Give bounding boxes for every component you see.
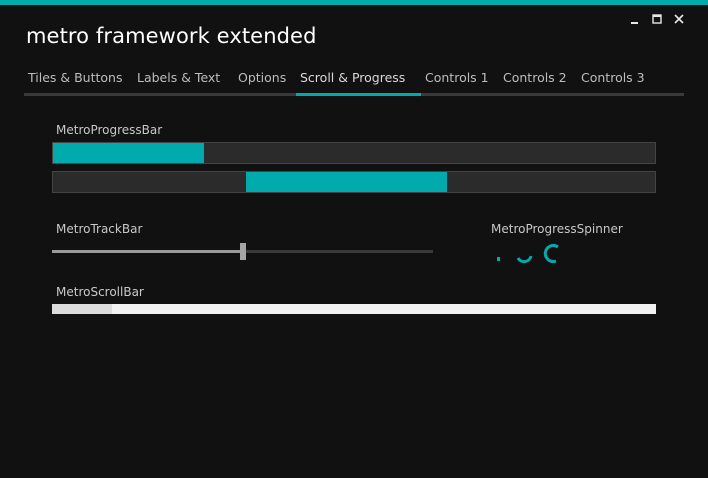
window-controls	[624, 11, 690, 27]
close-icon	[674, 14, 684, 24]
tab-label: Options	[238, 70, 287, 85]
scrollbar-thumb[interactable]	[52, 304, 112, 314]
tab-controls-3[interactable]: Controls 3	[577, 68, 645, 93]
tab-options[interactable]: Options	[234, 68, 286, 93]
tab-tiles-buttons[interactable]: Tiles & Buttons	[24, 68, 122, 93]
window-title: metro framework extended	[26, 24, 317, 48]
accent-top-bar	[0, 0, 708, 5]
progress-spinner	[494, 242, 566, 268]
tab-controls-2[interactable]: Controls 2	[499, 68, 567, 93]
tab-label: Controls 2	[503, 70, 567, 85]
tab-label: Controls 3	[581, 70, 645, 85]
minimize-icon	[631, 22, 638, 24]
trackbar-label: MetroTrackBar	[56, 222, 143, 236]
minimize-button[interactable]	[624, 11, 646, 27]
spinner-dot	[497, 257, 500, 261]
maximize-button[interactable]	[646, 11, 668, 27]
tab-strip: Tiles & Buttons Labels & Text Options Sc…	[24, 68, 684, 96]
close-button[interactable]	[668, 11, 690, 27]
trackbar[interactable]	[52, 243, 433, 261]
tab-label: Tiles & Buttons	[28, 70, 123, 85]
scrollbar-label: MetroScrollBar	[56, 285, 144, 299]
progress-bar-2-fill	[245, 172, 448, 192]
tab-label: Scroll & Progress	[300, 70, 406, 85]
trackbar-thumb[interactable]	[239, 243, 246, 260]
scrollbar[interactable]	[52, 304, 656, 314]
spinner-icon	[497, 243, 559, 264]
tab-controls-1[interactable]: Controls 1	[421, 68, 489, 93]
spinner-arc-small	[516, 255, 533, 264]
progress-bar-1	[52, 142, 656, 164]
tab-labels-text[interactable]: Labels & Text	[133, 68, 220, 93]
spinner-arc-large	[543, 243, 559, 263]
progress-bar-2	[52, 171, 656, 193]
tab-label: Labels & Text	[137, 70, 221, 85]
spinner-label: MetroProgressSpinner	[491, 222, 623, 236]
tab-scroll-progress[interactable]: Scroll & Progress	[296, 68, 421, 96]
trackbar-filled	[52, 250, 243, 253]
progress-bar-1-fill	[53, 143, 204, 163]
active-tab-underline	[296, 93, 421, 96]
progress-bar-label: MetroProgressBar	[56, 123, 163, 137]
tab-label: Controls 1	[425, 70, 489, 85]
maximize-icon	[652, 14, 662, 24]
